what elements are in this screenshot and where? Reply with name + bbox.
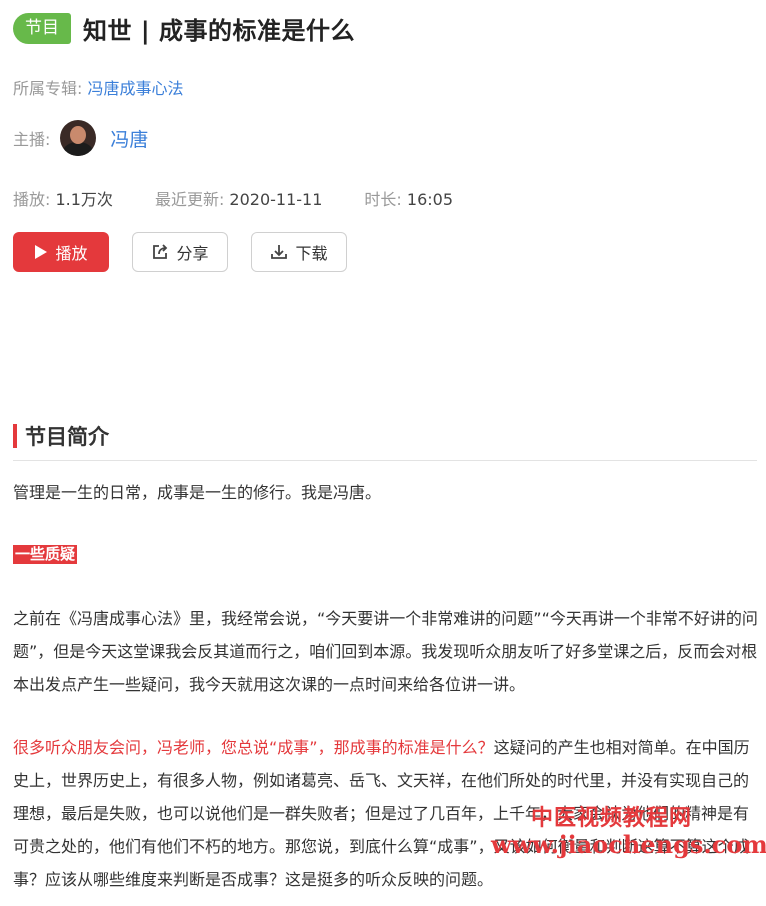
play-icon [35,245,48,259]
intro-paragraph: 管理是一生的日常，成事是一生的修行。我是冯唐。 [13,483,382,502]
updated-stat: 最近更新: 2020-11-11 [155,186,322,210]
updated-label: 最近更新: [154,190,230,209]
section-divider [13,460,757,461]
share-button[interactable]: 分享 [132,232,228,272]
content-subheading: 一些质疑 [13,545,78,564]
play-button-label: 播放 [55,244,88,263]
host-name-link[interactable]: 冯唐 [110,125,148,152]
watermark-url: www.jiaochengs.com [491,830,766,859]
section-header: 节目简介 [13,421,109,451]
updated-value: 2020-11-11 [229,190,323,209]
album-link[interactable]: 冯唐成事心法 [87,79,183,98]
avatar[interactable] [60,120,97,156]
action-buttons: 播放 分享 下载 [13,232,370,272]
meta-row: 播放: 1.1万次 最近更新: 2020-11-11 时长: 16:05 [13,186,495,210]
download-icon [271,245,288,259]
title-row: 节目 知世 | 成事的标准是什么 [13,11,355,46]
share-icon [153,244,168,259]
duration-value: 16:05 [406,190,453,209]
plays-label: 播放: [13,190,56,209]
host-row: 主播: 冯唐 [13,120,148,156]
share-button-label: 分享 [176,244,209,263]
highlighted-question: 很多听众朋友会问，冯老师，您总说“成事”，那成事的标准是什么？ [13,738,494,757]
watermark-title: 中医视频教程网 [531,806,693,831]
section-accent-bar [13,424,17,448]
download-button-label: 下载 [295,244,328,263]
download-button[interactable]: 下载 [251,232,347,272]
duration-stat: 时长: 16:05 [364,186,453,210]
play-button[interactable]: 播放 [13,232,109,272]
section-title: 节目简介 [25,425,109,449]
album-row: 所属专辑: 冯唐成事心法 [13,75,184,99]
duration-label: 时长: [364,190,407,209]
plays-stat: 播放: 1.1万次 [13,186,113,210]
page-title: 知世 | 成事的标准是什么 [83,17,355,45]
album-label: 所属专辑: [13,79,88,98]
host-label: 主播: [13,130,51,149]
plays-value: 1.1万次 [55,190,113,209]
program-tag: 节目 [13,13,71,44]
content-paragraph-1: 之前在《冯唐成事心法》里，我经常会说，“今天要讲一个非常难讲的问题”“今天再讲一… [13,609,758,694]
